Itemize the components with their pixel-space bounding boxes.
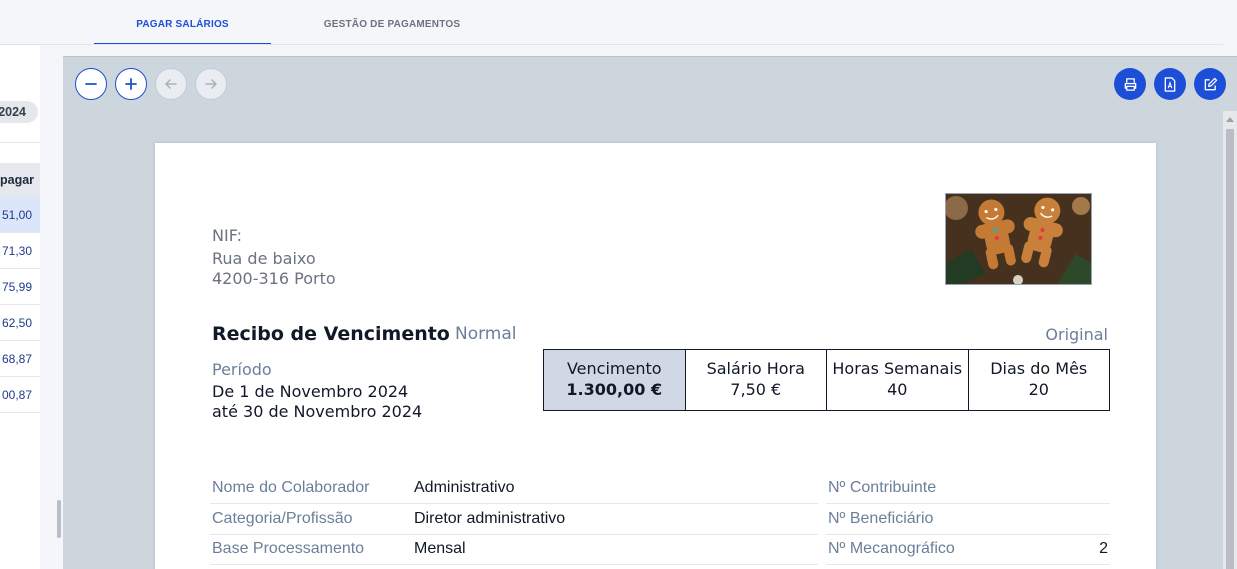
receipt-copy-label: Original [1045, 325, 1108, 344]
period-label: Período [212, 360, 272, 379]
printer-icon [1124, 77, 1136, 91]
viewer-scrollbar[interactable] [1223, 111, 1237, 569]
field-label: Nº Mecanográfico [828, 540, 955, 557]
download-pdf-button[interactable] [1154, 68, 1186, 100]
gross-salary-box: Vencimento 1.300,00 € [544, 350, 686, 410]
field-label: Nº Beneficiário [828, 510, 934, 527]
box-value: 20 [1028, 380, 1049, 399]
previous-page-button[interactable] [155, 68, 187, 100]
taxpayer-number-row: Nº Contribuinte [826, 474, 1110, 504]
company-nif: NIF: [212, 226, 243, 245]
employee-number-row: Nº Mecanográfico 2 [826, 535, 1110, 565]
scrollbar-thumb[interactable] [1226, 129, 1234, 569]
column-header-to-pay[interactable]: pagar [0, 163, 40, 197]
receipt-title-row: Recibo de Vencimento Normal Original [212, 323, 1108, 347]
box-value: 7,50 € [730, 380, 782, 399]
next-page-button[interactable] [195, 68, 227, 100]
field-label: Nome do Colaborador [212, 479, 370, 496]
company-address-line1: Rua de baixo [212, 249, 316, 268]
list-row[interactable]: 51,00 [0, 197, 40, 233]
field-label: Base Processamento [212, 540, 365, 557]
list-divider [0, 142, 40, 143]
receipt-type: Normal [455, 324, 517, 344]
zoom-out-button[interactable] [75, 68, 107, 100]
hourly-wage-box: Salário Hora 7,50 € [686, 350, 827, 410]
edit-button[interactable] [1194, 68, 1226, 100]
top-tabs: PAGAR SALÁRIOS GESTÃO DE PAGAMENTOS [0, 0, 1237, 45]
list-row[interactable]: 71,30 [0, 233, 40, 269]
box-value: 40 [887, 380, 908, 399]
tabs-divider [0, 44, 1223, 45]
beneficiary-number-row: Nº Beneficiário [826, 505, 1110, 535]
company-address-line2: 4200-316 Porto [212, 269, 336, 288]
field-label: Categoria/Profissão [212, 510, 353, 527]
box-label: Horas Semanais [832, 359, 963, 378]
zoom-in-button[interactable] [115, 68, 147, 100]
salary-list-panel: 2024 pagar 51,00 71,30 75,99 62,50 68,87… [0, 45, 40, 569]
panel-gutter [40, 45, 63, 569]
pdf-file-icon [1164, 76, 1176, 92]
tab-gestao-pagamentos[interactable]: GESTÃO DE PAGAMENTOS [302, 0, 482, 44]
employee-processing-row: Base Processamento Mensal [210, 535, 818, 565]
field-label: Nº Contribuinte [828, 479, 937, 496]
arrow-right-icon [205, 79, 217, 89]
print-button[interactable] [1114, 68, 1146, 100]
receipt-page: NIF: Rua de baixo 4200-316 Porto Recibo … [155, 143, 1156, 569]
field-value: 2 [1099, 540, 1108, 557]
list-row[interactable]: 75,99 [0, 269, 40, 305]
arrow-left-icon [165, 79, 177, 89]
employee-category-row: Categoria/Profissão Diretor administrati… [210, 505, 818, 535]
tab-pagar-salarios[interactable]: PAGAR SALÁRIOS [94, 0, 271, 45]
document-viewer: NIF: Rua de baixo 4200-316 Porto Recibo … [63, 56, 1237, 569]
period-from: De 1 de Novembro 2024 [212, 382, 409, 401]
minus-icon [85, 83, 97, 85]
edit-icon [1204, 77, 1217, 90]
box-label: Salário Hora [706, 359, 805, 378]
gingerbread-logo-image [946, 194, 1091, 284]
resize-handle[interactable] [57, 500, 61, 538]
list-row[interactable]: 68,87 [0, 341, 40, 377]
period-to: até 30 de Novembro 2024 [212, 402, 423, 421]
list-row[interactable]: 00,87 [0, 377, 40, 413]
scroll-up-icon[interactable] [1226, 117, 1234, 122]
box-label: Dias do Mês [990, 359, 1088, 378]
field-value: Diretor administrativo [414, 510, 566, 527]
box-value: 1.300,00 € [566, 380, 663, 399]
year-filter-chip[interactable]: 2024 [0, 101, 38, 123]
weekly-hours-box: Horas Semanais 40 [827, 350, 969, 410]
box-label: Vencimento [566, 359, 662, 378]
month-days-box: Dias do Mês 20 [969, 350, 1110, 410]
summary-boxes: Vencimento 1.300,00 € Salário Hora 7,50 … [543, 349, 1110, 411]
field-value: Administrativo [414, 479, 515, 496]
list-row[interactable]: 62,50 [0, 305, 40, 341]
field-value: Mensal [414, 540, 466, 557]
company-logo [945, 193, 1092, 285]
plus-icon [125, 78, 137, 90]
employee-name-row: Nome do Colaborador Administrativo [210, 474, 818, 504]
receipt-title: Recibo de Vencimento [212, 323, 450, 345]
